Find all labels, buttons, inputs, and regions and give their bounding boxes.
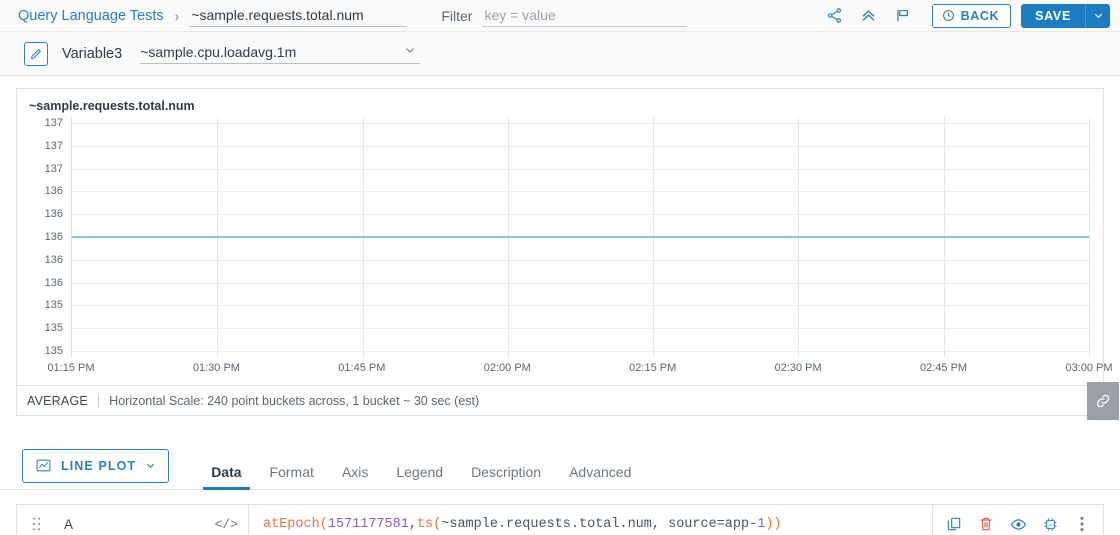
query-name-label[interactable]: A	[64, 517, 73, 532]
y-axis-tick-label: 135	[44, 345, 63, 357]
variable-name-label: Variable3	[62, 45, 123, 62]
horizontal-gridline	[72, 259, 1089, 261]
chevron-down-icon	[404, 44, 420, 59]
back-button-label: BACK	[960, 8, 1000, 23]
variable-value-label: ~sample.cpu.loadavg.1m	[140, 43, 297, 60]
link-icon[interactable]	[1087, 382, 1119, 420]
drag-handle-icon[interactable]	[31, 516, 42, 532]
double-chevron-up-icon[interactable]	[852, 2, 886, 30]
vertical-gridline	[1089, 117, 1090, 357]
query-token-plain: ,	[408, 516, 417, 532]
y-axis-tick-label: 136	[44, 276, 63, 289]
query-token-plain: ~sample.requests.total.num, source=app-	[441, 516, 758, 532]
top-toolbar-actions: BACK SAVE	[818, 2, 1112, 30]
chart-config-tabs-row: LINE PLOT Data Format Axis Legend Descriptio…	[0, 442, 1120, 490]
y-axis-tick-label: 136	[44, 253, 63, 266]
status-separator: |	[96, 393, 101, 408]
back-button[interactable]: BACK	[931, 3, 1012, 28]
save-dropdown-caret[interactable]	[1085, 3, 1110, 28]
more-options-icon[interactable]	[1067, 505, 1097, 535]
y-axis-tick-label: 136	[44, 231, 63, 243]
x-axis-tick-label: 02:30 PM	[774, 362, 822, 374]
top-toolbar: Query Language Tests › Filter	[0, 0, 1120, 32]
pencil-icon	[31, 48, 42, 59]
horizontal-gridline	[72, 168, 1089, 170]
chart-title-input[interactable]	[189, 4, 408, 27]
line-chart-icon	[36, 459, 51, 472]
query-token-num: 1571177581	[327, 516, 409, 532]
horizontal-gridline	[72, 145, 1089, 147]
variable-row: Variable3 ~sample.cpu.loadavg.1m	[0, 32, 1120, 76]
query-token-fn: atEpoch(	[263, 516, 328, 532]
filter-label: Filter	[441, 7, 473, 24]
ai-assist-icon[interactable]: AI	[1035, 505, 1065, 535]
tab-axis[interactable]: Axis	[328, 465, 382, 490]
chart-panel-title: ~sample.requests.total.num	[29, 99, 195, 113]
y-axis-tick-label: 137	[44, 139, 63, 152]
share-icon[interactable]	[818, 2, 852, 30]
x-axis-tick-label: 01:15 PM	[47, 362, 95, 374]
plot-type-button[interactable]: LINE PLOT	[22, 448, 170, 483]
svg-text:AI: AI	[1048, 522, 1052, 527]
y-axis-tick-label: 136	[44, 185, 63, 198]
tab-description[interactable]: Description	[457, 465, 555, 490]
save-button[interactable]: SAVE	[1021, 3, 1110, 28]
tab-legend[interactable]: Legend	[382, 465, 457, 490]
y-axis-tick-label: 135	[44, 299, 63, 312]
x-axis-labels: 01:15 PM 01:30 PM 01:45 PM 02:00 PM 02:15 PM…	[47, 360, 1112, 382]
code-brackets-icon[interactable]: </>	[215, 517, 238, 532]
tab-data[interactable]: Data	[197, 465, 255, 490]
clone-query-icon[interactable]	[939, 505, 969, 535]
chart-panel: ~sample.requests.total.num 137 137 137 136 1…	[16, 88, 1113, 386]
query-token-num: 1	[757, 516, 766, 532]
breadcrumb-root-link[interactable]: Query Language Tests	[18, 8, 164, 24]
x-axis-tick-label: 02:15 PM	[629, 362, 677, 374]
horizontal-gridline	[72, 123, 1089, 124]
horizontal-gridline	[72, 282, 1089, 284]
horizontal-scale-label: Horizontal Scale: 240 point buckets acro…	[109, 393, 480, 408]
horizontal-gridline	[72, 351, 1089, 352]
query-row: A </> atEpoch(1571177581, ts(~sample.req…	[16, 504, 1104, 535]
query-token-fn: ts(	[416, 516, 442, 532]
horizontal-gridline	[72, 214, 1089, 216]
horizontal-gridline	[72, 191, 1089, 193]
delete-query-icon[interactable]	[971, 505, 1001, 535]
query-token-fn: ))	[765, 516, 782, 532]
plot-type-label: LINE PLOT	[61, 458, 137, 473]
tab-advanced[interactable]: Advanced	[555, 465, 645, 490]
y-axis-labels: 137 137 137 136 136 136 136 136 135 135 135	[17, 117, 67, 357]
x-axis-tick-label: 01:30 PM	[192, 362, 240, 374]
chevron-down-icon	[147, 463, 155, 469]
y-axis-tick-label: 135	[44, 322, 63, 335]
breadcrumb-separator: ›	[174, 7, 180, 24]
tab-format[interactable]: Format	[256, 465, 328, 490]
variable-value-select[interactable]: ~sample.cpu.loadavg.1m	[140, 43, 421, 64]
config-tabs: Data Format Axis Legend Description Advanced	[197, 442, 645, 490]
query-row-header: A </>	[17, 505, 249, 535]
aggregation-label: AVERAGE	[27, 393, 88, 408]
series-line-requests-total	[72, 236, 1089, 238]
hide-query-icon[interactable]	[1003, 505, 1033, 535]
chart-status-bar: AVERAGE | Horizontal Scale: 240 point bu…	[16, 382, 1119, 420]
clock-icon	[942, 10, 954, 21]
query-actions: AI	[932, 505, 1103, 535]
horizontal-gridline	[72, 328, 1089, 330]
y-axis-tick-label: 137	[44, 162, 63, 175]
y-axis-tick-label: 136	[44, 208, 63, 221]
x-axis-tick-label: 03:00 PM	[1065, 362, 1113, 374]
plot-area[interactable]	[71, 117, 1090, 357]
filter-group: Filter	[441, 4, 688, 27]
edit-variable-button[interactable]	[24, 41, 48, 66]
x-axis-tick-label: 01:45 PM	[338, 362, 386, 374]
horizontal-gridline	[72, 305, 1089, 307]
save-button-label: SAVE	[1035, 8, 1071, 23]
chevron-down-icon	[1094, 13, 1102, 19]
y-axis-tick-label: 137	[44, 117, 63, 129]
plot-wrapper[interactable]: 137 137 137 136 136 136 136 136 135 135 135 01:15 …	[17, 117, 1113, 385]
x-axis-tick-label: 02:45 PM	[920, 362, 968, 374]
query-expression-input[interactable]: atEpoch(1571177581, ts(~sample.requests.…	[249, 505, 932, 535]
filter-input[interactable]	[482, 4, 688, 27]
x-axis-tick-label: 02:00 PM	[483, 362, 531, 374]
flag-icon[interactable]	[886, 2, 920, 30]
